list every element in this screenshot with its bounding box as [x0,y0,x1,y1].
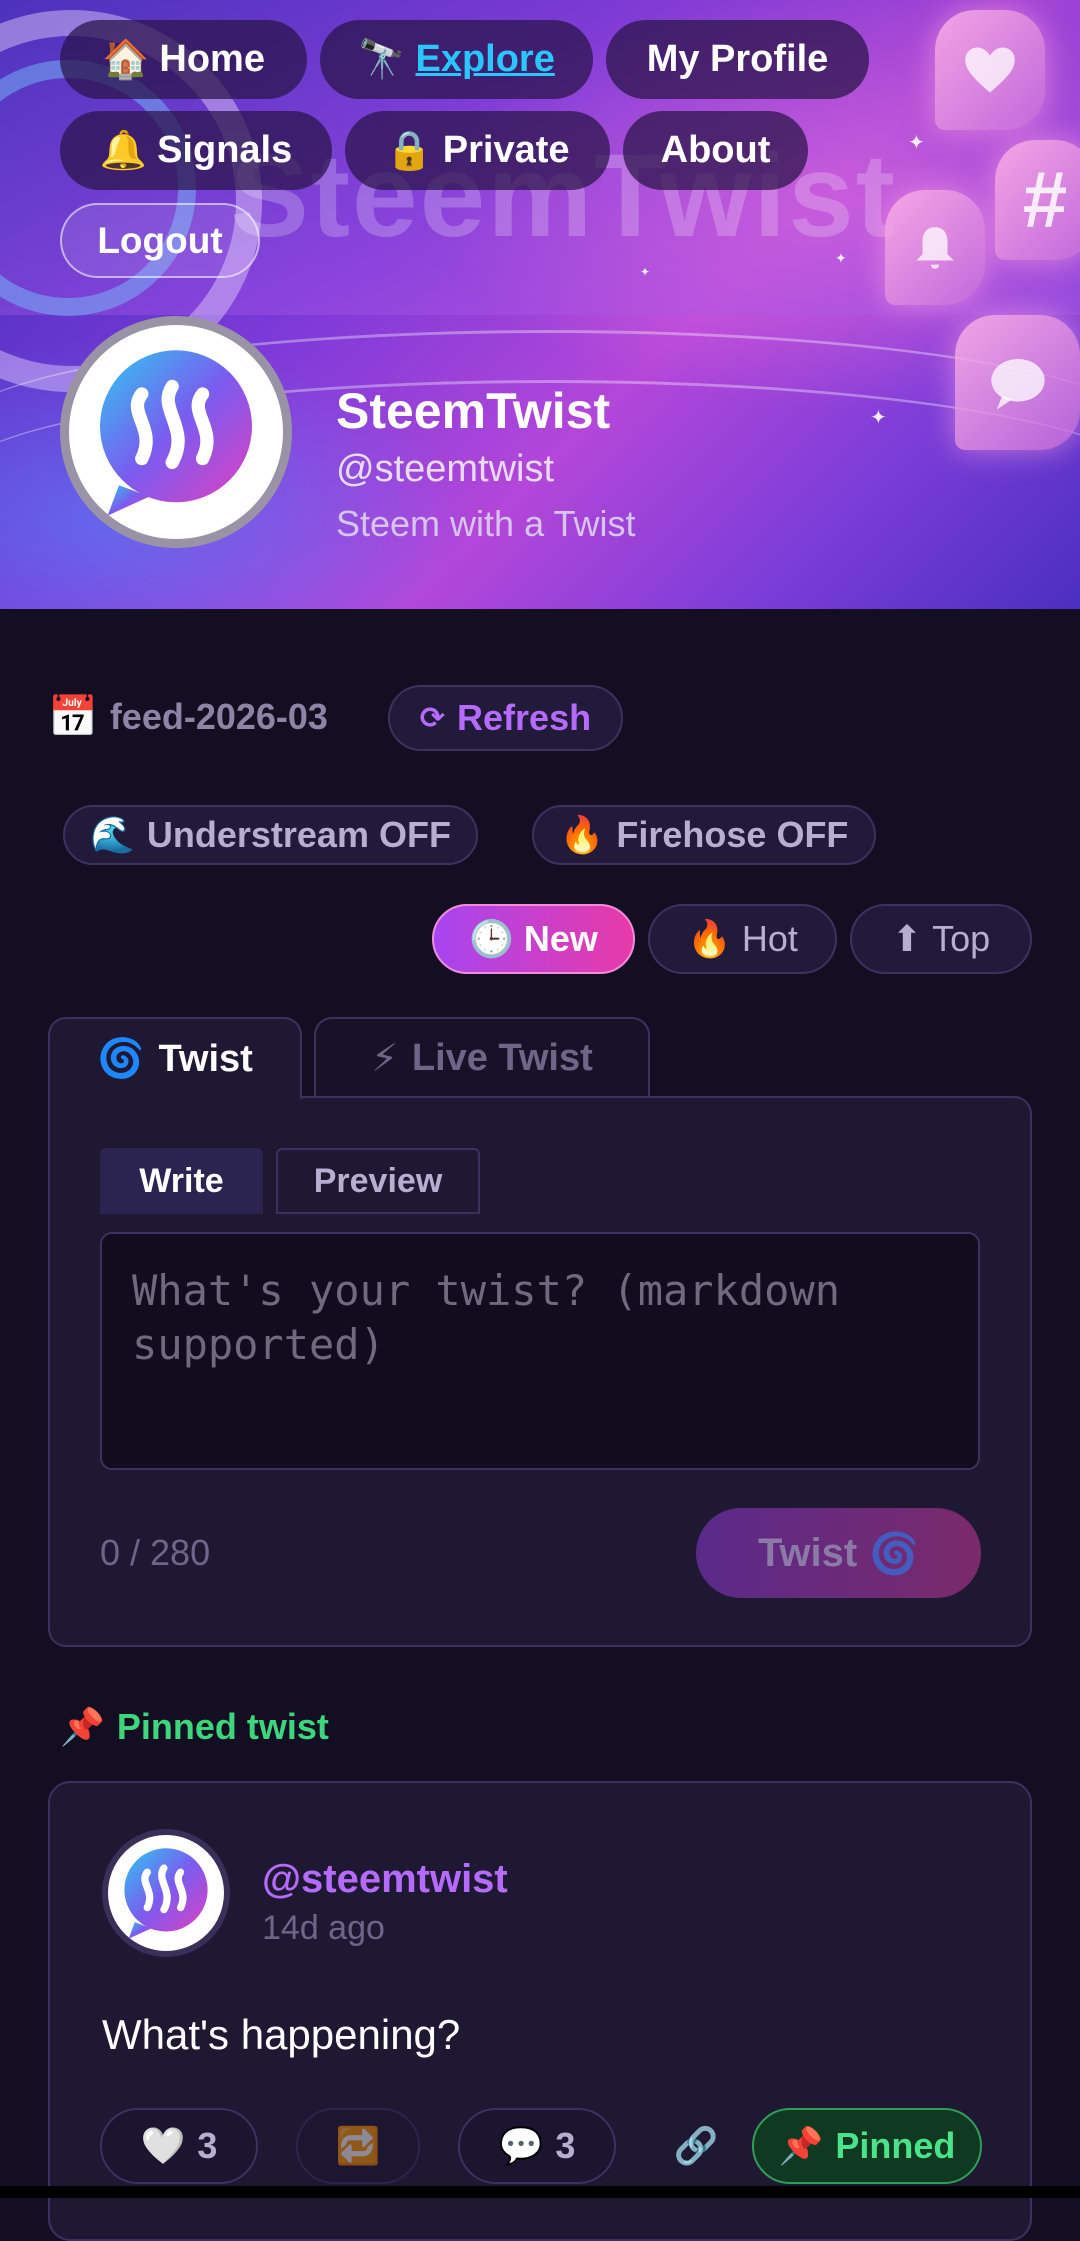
nav-my-profile-label: My Profile [646,38,829,80]
char-counter: 0 / 280 [100,1532,211,1573]
lightning-icon: ⚡ [371,1037,398,1080]
understream-toggle[interactable]: 🌊 Understream OFF [63,805,478,865]
twist-textarea[interactable] [100,1232,980,1470]
heart-bubble-icon [935,10,1045,130]
up-arrow-icon: ⬆ [891,918,923,959]
post-timestamp: 14d ago [262,1909,385,1947]
pushpin-icon: 📌 [60,1706,105,1747]
cyclone-icon: 🌀 [869,1531,920,1576]
sort-new-button[interactable]: 🕒 New [432,904,635,974]
submit-twist-button[interactable]: Twist 🌀 [696,1508,981,1598]
pinned-badge[interactable]: 📌 Pinned [752,2108,982,2184]
steemtwist-logo-icon [124,1848,208,1939]
write-tab[interactable]: Write [100,1148,263,1214]
nav-private-label: Private [442,129,570,171]
twist-composer: Write Preview 0 / 280 Twist 🌀 [48,1096,1032,1647]
retwist-button[interactable]: 🔁 [296,2108,420,2184]
house-icon: 🏠 [102,38,150,81]
feed-date-text: feed-2026-03 [109,695,328,737]
pinned-section-text: Pinned twist [116,1706,329,1747]
post-body-text: What's happening? [102,2011,461,2058]
logout-button[interactable]: Logout [60,203,260,278]
firehose-label: Firehose OFF [616,814,849,855]
calendar-icon: 📅 [48,695,98,739]
submit-twist-label: Twist [757,1530,858,1575]
comments-button[interactable]: 💬 3 [458,2108,616,2184]
understream-label: Understream OFF [146,814,451,855]
profile-handle: @steemtwist [336,448,555,490]
post-author-avatar[interactable] [102,1829,230,1957]
sparkle-icon: ✦ [835,250,847,266]
sort-hot-label: Hot [741,918,798,959]
hashtag-bubble-icon: # [995,140,1080,260]
preview-tab[interactable]: Preview [276,1148,480,1214]
fire-icon: 🔥 [687,918,732,959]
sort-hot-button[interactable]: 🔥 Hot [648,904,837,974]
pinned-post-card: @steemtwist 14d ago What's happening? 🤍 … [48,1781,1032,2241]
clock-icon: 🕒 [469,918,514,959]
nav-signals-button[interactable]: 🔔 Signals [60,111,332,190]
firehose-toggle[interactable]: 🔥 Firehose OFF [532,805,876,865]
fire-icon: 🔥 [559,814,605,855]
sparkle-icon: ✦ [870,407,887,429]
sparkle-icon: ✦ [640,265,651,279]
sort-top-label: Top [932,918,991,959]
link-icon: 🔗 [673,2125,719,2166]
pushpin-icon: 📌 [778,2125,824,2166]
steemtwist-logo-icon [100,350,252,516]
cyclone-icon: 🌀 [97,1038,145,1080]
nav-signals-label: Signals [157,129,293,171]
like-button[interactable]: 🤍 3 [100,2108,258,2184]
nav-about-label: About [660,129,771,171]
feed-date-label: 📅 feed-2026-03 [48,693,328,740]
bottom-edge [0,2186,1080,2198]
pinned-badge-label: Pinned [835,2125,956,2166]
refresh-label: Refresh [457,697,592,738]
profile-name: SteemTwist [336,383,611,439]
sort-top-button[interactable]: ⬆ Top [850,904,1032,974]
tab-live-twist-label: Live Twist [411,1036,593,1079]
profile-avatar[interactable] [60,316,292,548]
bell-bubble-icon [885,190,985,305]
telescope-icon: 🔭 [358,38,406,81]
nav-about-button[interactable]: About [623,111,808,190]
copy-link-button[interactable]: 🔗 [658,2108,734,2184]
tab-twist-label: Twist [158,1037,253,1080]
profile-tagline: Steem with a Twist [336,503,636,544]
sparkle-icon: ✦ [908,132,925,154]
tab-twist[interactable]: 🌀 Twist [48,1017,302,1099]
lock-icon: 🔒 [385,129,433,172]
nav-private-button[interactable]: 🔒 Private [345,111,610,190]
tab-live-twist[interactable]: ⚡ Live Twist [314,1017,650,1097]
refresh-button[interactable]: ⟳ Refresh [388,685,623,751]
chat-bubble-icon [955,315,1080,450]
sort-new-label: New [523,918,598,959]
nav-my-profile-button[interactable]: My Profile [606,20,869,99]
nav-explore-button[interactable]: 🔭 Explore [320,20,593,99]
nav-explore-label: Explore [415,38,555,80]
post-author-link[interactable]: @steemtwist [262,1857,508,1902]
speech-bubble-icon: 💬 [498,2125,544,2166]
retwist-icon: 🔁 [335,2125,381,2166]
bell-icon: 🔔 [99,129,148,172]
like-count: 3 [197,2125,218,2166]
refresh-icon: ⟳ [419,701,446,735]
heart-icon: 🤍 [140,2125,186,2166]
nav-home-label: Home [159,38,265,80]
wave-icon: 🌊 [90,814,135,855]
comment-count: 3 [555,2125,576,2166]
nav-home-button[interactable]: 🏠 Home [60,20,307,99]
pinned-section-label: 📌 Pinned twist [60,1706,329,1748]
